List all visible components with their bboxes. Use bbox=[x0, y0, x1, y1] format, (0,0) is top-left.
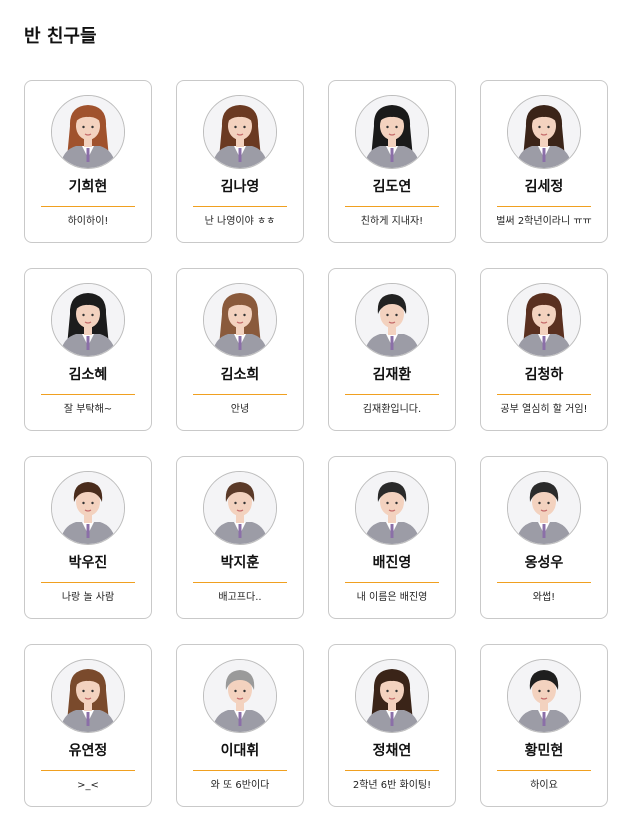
portrait-icon bbox=[508, 284, 580, 356]
divider bbox=[497, 770, 591, 771]
friends-grid: 기희현 하이하이! 김나영 난 나영이야 ㅎㅎ 김도연 친하게 지내자! 김세정… bbox=[24, 80, 608, 807]
friend-message: 하이요 bbox=[530, 780, 558, 791]
portrait-icon bbox=[356, 660, 428, 732]
friend-name: 김세정 bbox=[524, 179, 564, 195]
friend-name: 배진영 bbox=[372, 555, 412, 571]
friend-name: 김나영 bbox=[220, 179, 260, 195]
friend-name: 박지훈 bbox=[220, 555, 260, 571]
friend-message: 배고프다.. bbox=[218, 592, 262, 603]
friend-name: 기희현 bbox=[68, 179, 108, 195]
portrait-icon bbox=[204, 472, 276, 544]
friend-card[interactable]: 김세정 벌써 2학년이라니 ㅠㅠ bbox=[480, 80, 608, 243]
friend-card[interactable]: 박지훈 배고프다.. bbox=[176, 456, 304, 619]
friend-avatar bbox=[507, 283, 581, 357]
friend-name: 김도연 bbox=[372, 179, 412, 195]
friend-message: 난 나영이야 ㅎㅎ bbox=[204, 216, 276, 227]
divider bbox=[41, 206, 135, 207]
divider bbox=[345, 394, 439, 395]
divider bbox=[41, 770, 135, 771]
divider bbox=[345, 582, 439, 583]
friend-message: 내 이름은 배진영 bbox=[356, 592, 428, 603]
friend-message: 친하게 지내자! bbox=[360, 216, 424, 227]
friend-card[interactable]: 김도연 친하게 지내자! bbox=[328, 80, 456, 243]
friend-card[interactable]: 유연정 >_< bbox=[24, 644, 152, 807]
friend-avatar bbox=[51, 283, 125, 357]
friend-card[interactable]: 박우진 나랑 놀 사람 bbox=[24, 456, 152, 619]
friend-card[interactable]: 배진영 내 이름은 배진영 bbox=[328, 456, 456, 619]
friend-name: 황민현 bbox=[524, 743, 564, 759]
friend-card[interactable]: 김소혜 잘 부탁해~ bbox=[24, 268, 152, 431]
divider bbox=[345, 770, 439, 771]
divider bbox=[193, 394, 287, 395]
friend-message: 김재환입니다. bbox=[362, 404, 422, 415]
portrait-icon bbox=[204, 284, 276, 356]
friend-avatar bbox=[355, 471, 429, 545]
friend-message: 벌써 2학년이라니 ㅠㅠ bbox=[496, 216, 592, 227]
friend-avatar bbox=[203, 95, 277, 169]
friend-card[interactable]: 옹성우 와썹! bbox=[480, 456, 608, 619]
page-title: 반 친구들 bbox=[24, 26, 97, 47]
friend-card[interactable]: 기희현 하이하이! bbox=[24, 80, 152, 243]
friend-message: 공부 열심히 할 거임! bbox=[500, 404, 588, 415]
friend-avatar bbox=[51, 95, 125, 169]
portrait-icon bbox=[508, 472, 580, 544]
divider bbox=[497, 582, 591, 583]
portrait-icon bbox=[204, 660, 276, 732]
friend-avatar bbox=[355, 283, 429, 357]
friend-name: 김소희 bbox=[220, 367, 260, 383]
friend-message: 안녕 bbox=[230, 404, 250, 415]
divider bbox=[41, 394, 135, 395]
portrait-icon bbox=[52, 660, 124, 732]
friend-avatar bbox=[507, 471, 581, 545]
friend-name: 유연정 bbox=[68, 743, 108, 759]
friend-card[interactable]: 김나영 난 나영이야 ㅎㅎ bbox=[176, 80, 304, 243]
divider bbox=[41, 582, 135, 583]
friend-card[interactable]: 황민현 하이요 bbox=[480, 644, 608, 807]
divider bbox=[345, 206, 439, 207]
portrait-icon bbox=[356, 96, 428, 168]
friend-card[interactable]: 이대휘 와 또 6반이다 bbox=[176, 644, 304, 807]
friend-avatar bbox=[203, 471, 277, 545]
portrait-icon bbox=[356, 472, 428, 544]
divider bbox=[193, 206, 287, 207]
divider bbox=[497, 394, 591, 395]
friend-message: 하이하이! bbox=[67, 216, 109, 227]
friend-name: 김소혜 bbox=[68, 367, 108, 383]
divider bbox=[497, 206, 591, 207]
portrait-icon bbox=[52, 284, 124, 356]
friend-card[interactable]: 정채연 2학년 6반 화이팅! bbox=[328, 644, 456, 807]
friend-name: 박우진 bbox=[68, 555, 108, 571]
friend-name: 김재환 bbox=[372, 367, 412, 383]
divider bbox=[193, 770, 287, 771]
friend-avatar bbox=[507, 95, 581, 169]
portrait-icon bbox=[508, 96, 580, 168]
portrait-icon bbox=[508, 660, 580, 732]
friend-avatar bbox=[507, 659, 581, 733]
friend-name: 옹성우 bbox=[524, 555, 564, 571]
friend-card[interactable]: 김재환 김재환입니다. bbox=[328, 268, 456, 431]
friend-name: 정채연 bbox=[372, 743, 412, 759]
portrait-icon bbox=[204, 96, 276, 168]
friend-message: >_< bbox=[77, 780, 99, 791]
divider bbox=[193, 582, 287, 583]
friend-name: 김청하 bbox=[524, 367, 564, 383]
friend-avatar bbox=[203, 283, 277, 357]
friend-avatar bbox=[203, 659, 277, 733]
friend-card[interactable]: 김청하 공부 열심히 할 거임! bbox=[480, 268, 608, 431]
friend-avatar bbox=[51, 659, 125, 733]
portrait-icon bbox=[52, 96, 124, 168]
friend-message: 잘 부탁해~ bbox=[63, 404, 113, 415]
friend-message: 와 또 6반이다 bbox=[210, 780, 270, 791]
friend-avatar bbox=[355, 95, 429, 169]
friend-message: 2학년 6반 화이팅! bbox=[352, 780, 432, 791]
friend-message: 와썹! bbox=[532, 592, 556, 603]
friend-name: 이대휘 bbox=[220, 743, 260, 759]
portrait-icon bbox=[52, 472, 124, 544]
friend-card[interactable]: 김소희 안녕 bbox=[176, 268, 304, 431]
portrait-icon bbox=[356, 284, 428, 356]
friend-message: 나랑 놀 사람 bbox=[61, 592, 115, 603]
friend-avatar bbox=[51, 471, 125, 545]
friend-avatar bbox=[355, 659, 429, 733]
